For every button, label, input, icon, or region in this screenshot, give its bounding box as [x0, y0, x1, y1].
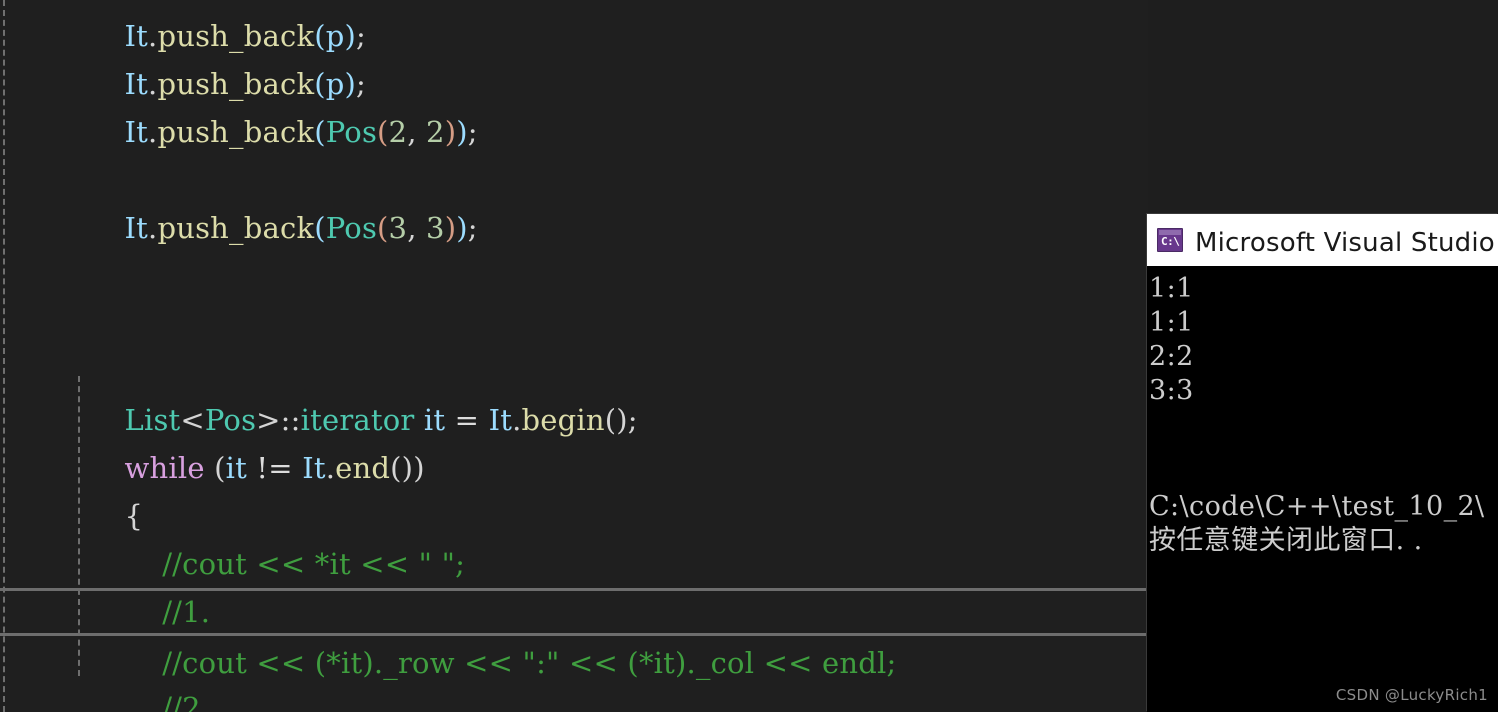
code-line-comment-two[interactable]: //2. [0, 636, 1148, 712]
code-line-iterator-decl[interactable]: List<Pos>::iterator it = It.begin(); [0, 348, 1148, 437]
code-line-blank-3[interactable] [0, 252, 1148, 300]
code-line-push-back-pos-3[interactable]: It.push_back(Pos(3, 3)); [0, 156, 1148, 245]
code-line-comment-cout-deref[interactable]: //cout << *it << " "; [0, 492, 1148, 581]
code-line-while[interactable]: while (it != It.end()) [0, 396, 1148, 485]
code-lines-container: It.push_back(p); It.push_back(p); It.pus… [0, 0, 1148, 712]
console-output-area[interactable]: 1:1 1:1 2:2 3:3 C:\code\C++\test_10_2\ 按… [1147, 266, 1498, 712]
code-line-blank-1[interactable] [0, 108, 1148, 156]
console-output-line: 1:1 [1149, 307, 1194, 338]
code-line-push-back-p[interactable]: It.push_back(p); [0, 12, 1148, 101]
console-output-line: 3:3 [1149, 375, 1194, 406]
console-title: Microsoft Visual Studio 调试控制台 [1195, 227, 1498, 258]
watermark-text: CSDN @LuckyRich1 [1335, 686, 1488, 704]
console-window-icon: C:\ [1157, 228, 1183, 252]
code-line-cout-arrow[interactable]: cout << it->_row << ":" << it->_col << e… [0, 684, 1148, 712]
console-path-line: C:\code\C++\test_10_2\ [1149, 491, 1485, 522]
code-line-blank-4[interactable] [0, 300, 1148, 348]
console-icon-prompt-glyph: C:\ [1161, 235, 1180, 248]
code-line-blank-2[interactable] [0, 204, 1148, 252]
debug-console-window[interactable]: C:\ Microsoft Visual Studio 调试控制台 1:1 1:… [1147, 214, 1498, 712]
code-editor[interactable]: It.push_back(p); It.push_back(p); It.pus… [0, 0, 1148, 712]
code-line-push-back-pos-2[interactable]: It.push_back(Pos(2, 2)); [0, 60, 1148, 149]
code-line-comment-cout-row-col[interactable]: //cout << (*it)._row << ":" << (*it)._co… [0, 588, 1148, 680]
console-blank-space [1149, 408, 1498, 490]
console-prompt-line: 按任意键关闭此窗口. . [1149, 525, 1423, 556]
code-line-open-brace[interactable]: { [0, 444, 1148, 533]
code-line-clipped-top[interactable]: It.push_back(p); [0, 0, 1148, 53]
console-output-line: 1:1 [1149, 273, 1194, 304]
console-output-line: 2:2 [1149, 341, 1194, 372]
console-titlebar[interactable]: C:\ Microsoft Visual Studio 调试控制台 [1147, 214, 1498, 266]
code-line-comment-one[interactable]: //1. [0, 540, 1148, 629]
